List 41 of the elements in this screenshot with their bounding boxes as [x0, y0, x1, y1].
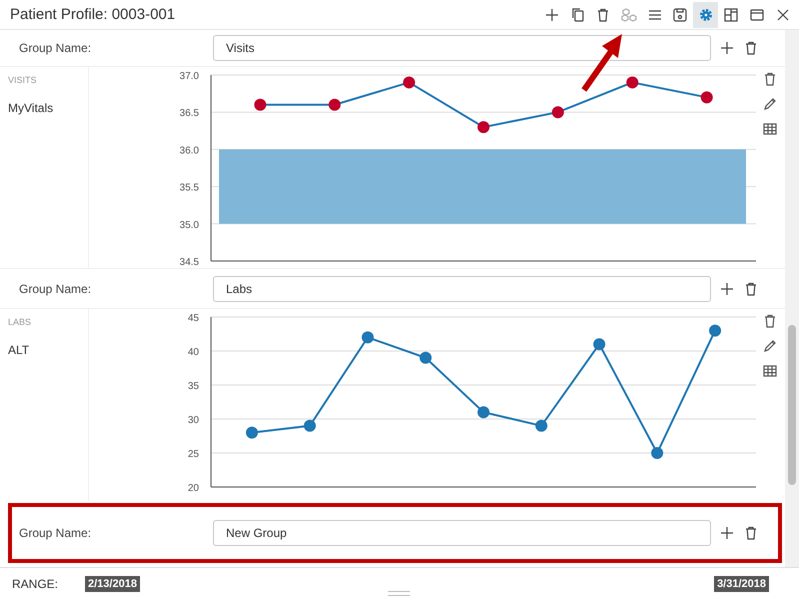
- series-label: ALT: [8, 343, 30, 357]
- table-icon[interactable]: [762, 121, 778, 137]
- axis-tick-label: 40: [188, 347, 199, 358]
- window-title: Patient Profile: 0003-001: [9, 6, 176, 23]
- add-icon[interactable]: [719, 40, 735, 56]
- add-icon[interactable]: [719, 280, 735, 296]
- trash-icon[interactable]: [743, 280, 759, 296]
- axis-tick-label: 35.0: [180, 220, 199, 231]
- axis-tick-label: 35.5: [180, 182, 199, 194]
- pencil-icon[interactable]: [762, 338, 778, 354]
- category-label: LABS: [8, 317, 32, 327]
- table-icon[interactable]: [762, 363, 778, 379]
- group-name-field[interactable]: Visits: [213, 35, 711, 61]
- scrollbar[interactable]: [785, 30, 799, 567]
- resize-grip[interactable]: [388, 591, 410, 596]
- pencil-icon[interactable]: [762, 96, 778, 112]
- category-label: VISITS: [8, 75, 38, 85]
- axis-tick-label: 20: [188, 483, 199, 494]
- group-name-label: Group Name:: [19, 41, 92, 55]
- trash-icon[interactable]: [743, 40, 759, 56]
- axis-tick-label: 34.5: [180, 257, 199, 268]
- axis-tick-label: 45: [188, 313, 199, 324]
- range-end-handle[interactable]: 3/31/2018: [714, 576, 769, 592]
- axis-tick-label: 25: [188, 449, 199, 460]
- trash-icon[interactable]: [762, 313, 778, 329]
- axis-tick-label: 36.0: [180, 145, 199, 156]
- group-name-field[interactable]: Labs: [213, 276, 711, 302]
- axis-tick-label: 37.0: [180, 71, 199, 82]
- trash-icon[interactable]: [743, 525, 759, 541]
- axis-tick-label: 36.5: [180, 108, 199, 120]
- settings-icon[interactable]: [693, 2, 718, 28]
- group-name-label: Group Name:: [19, 282, 92, 296]
- range-label: RANGE:: [11, 576, 60, 590]
- group-name-field[interactable]: New Group: [213, 520, 711, 546]
- trash-icon[interactable]: [762, 71, 778, 87]
- series-label: MyVitals: [8, 101, 54, 115]
- group-name-label: Group Name:: [19, 526, 92, 540]
- add-icon[interactable]: [719, 525, 735, 541]
- range-start-handle[interactable]: 2/13/2018: [85, 576, 140, 592]
- axis-tick-label: 35: [188, 381, 199, 392]
- axis-tick-label: 30: [188, 415, 199, 426]
